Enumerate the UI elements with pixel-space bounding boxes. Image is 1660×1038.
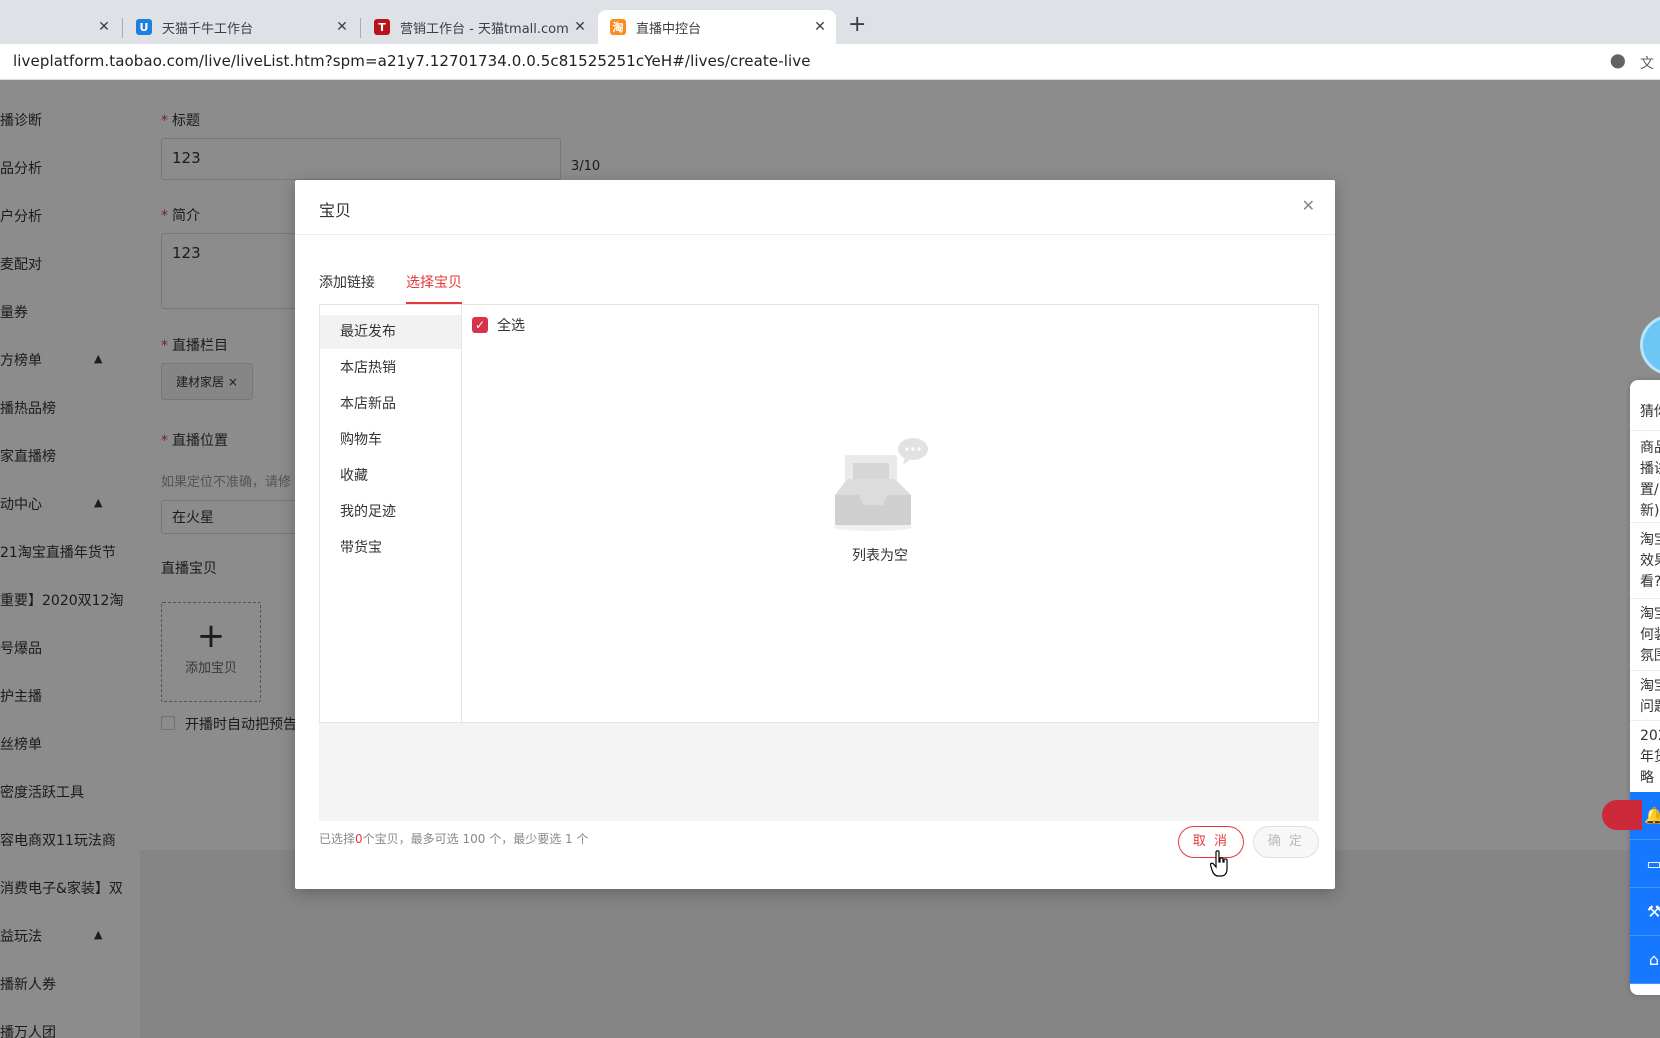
url-text[interactable]: liveplatform.taobao.com/live/liveList.ht… bbox=[13, 52, 811, 70]
empty-inbox-icon bbox=[833, 438, 928, 531]
close-icon[interactable]: ✕ bbox=[572, 19, 588, 35]
goods-modal: 宝贝 ✕ 添加链接 选择宝贝 最近发布 本店热销 本店新品 购物车 收藏 我的足… bbox=[295, 180, 1335, 889]
category-list: 最近发布 本店热销 本店新品 购物车 收藏 我的足迹 带货宝 bbox=[320, 305, 462, 722]
category-cart[interactable]: 购物车 bbox=[320, 423, 461, 457]
tab-select-goods[interactable]: 选择宝贝 bbox=[406, 272, 462, 292]
close-icon[interactable]: ✕ bbox=[96, 19, 112, 35]
browser-tabbar: ✕ U 天猫千牛工作台 ✕ T 营销工作台 - 天猫tmall.com ✕ 淘 … bbox=[0, 0, 1660, 44]
browser-tab-3[interactable]: 淘 直播中控台 ✕ bbox=[598, 10, 836, 44]
browser-tab-2[interactable]: T 营销工作台 - 天猫tmall.com ✕ bbox=[362, 10, 596, 44]
checkbox-checked-icon[interactable]: ✓ bbox=[472, 317, 488, 333]
tab-add-link[interactable]: 添加链接 bbox=[319, 272, 375, 292]
category-footprint[interactable]: 我的足迹 bbox=[320, 495, 461, 529]
category-hot[interactable]: 本店热销 bbox=[320, 351, 461, 385]
close-icon[interactable]: ✕ bbox=[1302, 196, 1315, 215]
address-bar[interactable]: liveplatform.taobao.com/live/liveList.ht… bbox=[0, 44, 1660, 80]
publish-button-partial[interactable] bbox=[1602, 800, 1642, 830]
goods-chooser: 最近发布 本店热销 本店新品 购物车 收藏 我的足迹 带货宝 ✓ 全选 列表为空 bbox=[319, 304, 1319, 723]
modal-title: 宝贝 bbox=[319, 201, 352, 220]
qianniu-favicon-icon: U bbox=[136, 19, 152, 35]
tab-separator bbox=[122, 18, 123, 38]
select-all[interactable]: ✓ 全选 bbox=[472, 315, 525, 335]
widget-spacer bbox=[1630, 315, 1660, 995]
translate-icon[interactable]: 文 bbox=[1640, 53, 1654, 73]
tab-title: 营销工作台 - 天猫tmall.com bbox=[400, 21, 569, 37]
location-pin-icon[interactable]: ⬤ bbox=[1610, 53, 1626, 69]
hand-pointer-icon bbox=[1210, 850, 1228, 877]
category-daihuobao[interactable]: 带货宝 bbox=[320, 531, 461, 565]
tab-title: 天猫千牛工作台 bbox=[162, 21, 254, 37]
browser-tab-0[interactable]: ✕ bbox=[0, 10, 120, 44]
close-icon[interactable]: ✕ bbox=[812, 19, 828, 35]
empty-state: 列表为空 bbox=[820, 435, 940, 565]
select-all-label: 全选 bbox=[497, 318, 525, 334]
tmall-favicon-icon: T bbox=[374, 19, 390, 35]
tab-separator bbox=[360, 18, 361, 38]
selected-goods-area bbox=[319, 723, 1319, 821]
confirm-button[interactable]: 确 定 bbox=[1253, 826, 1319, 858]
selection-summary: 已选择0个宝贝，最多可选 100 个，最少要选 1 个 bbox=[319, 832, 589, 846]
modal-divider bbox=[295, 234, 1335, 235]
new-tab-plus-icon[interactable]: + bbox=[848, 14, 866, 36]
taobao-favicon-icon: 淘 bbox=[610, 19, 626, 35]
tab-title: 直播中控台 bbox=[636, 21, 702, 37]
close-icon[interactable]: ✕ bbox=[334, 19, 350, 35]
browser-tab-1[interactable]: U 天猫千牛工作台 ✕ bbox=[124, 10, 358, 44]
empty-text: 列表为空 bbox=[852, 548, 908, 564]
category-favorites[interactable]: 收藏 bbox=[320, 459, 461, 493]
category-new[interactable]: 本店新品 bbox=[320, 387, 461, 421]
category-recent[interactable]: 最近发布 bbox=[320, 315, 461, 349]
